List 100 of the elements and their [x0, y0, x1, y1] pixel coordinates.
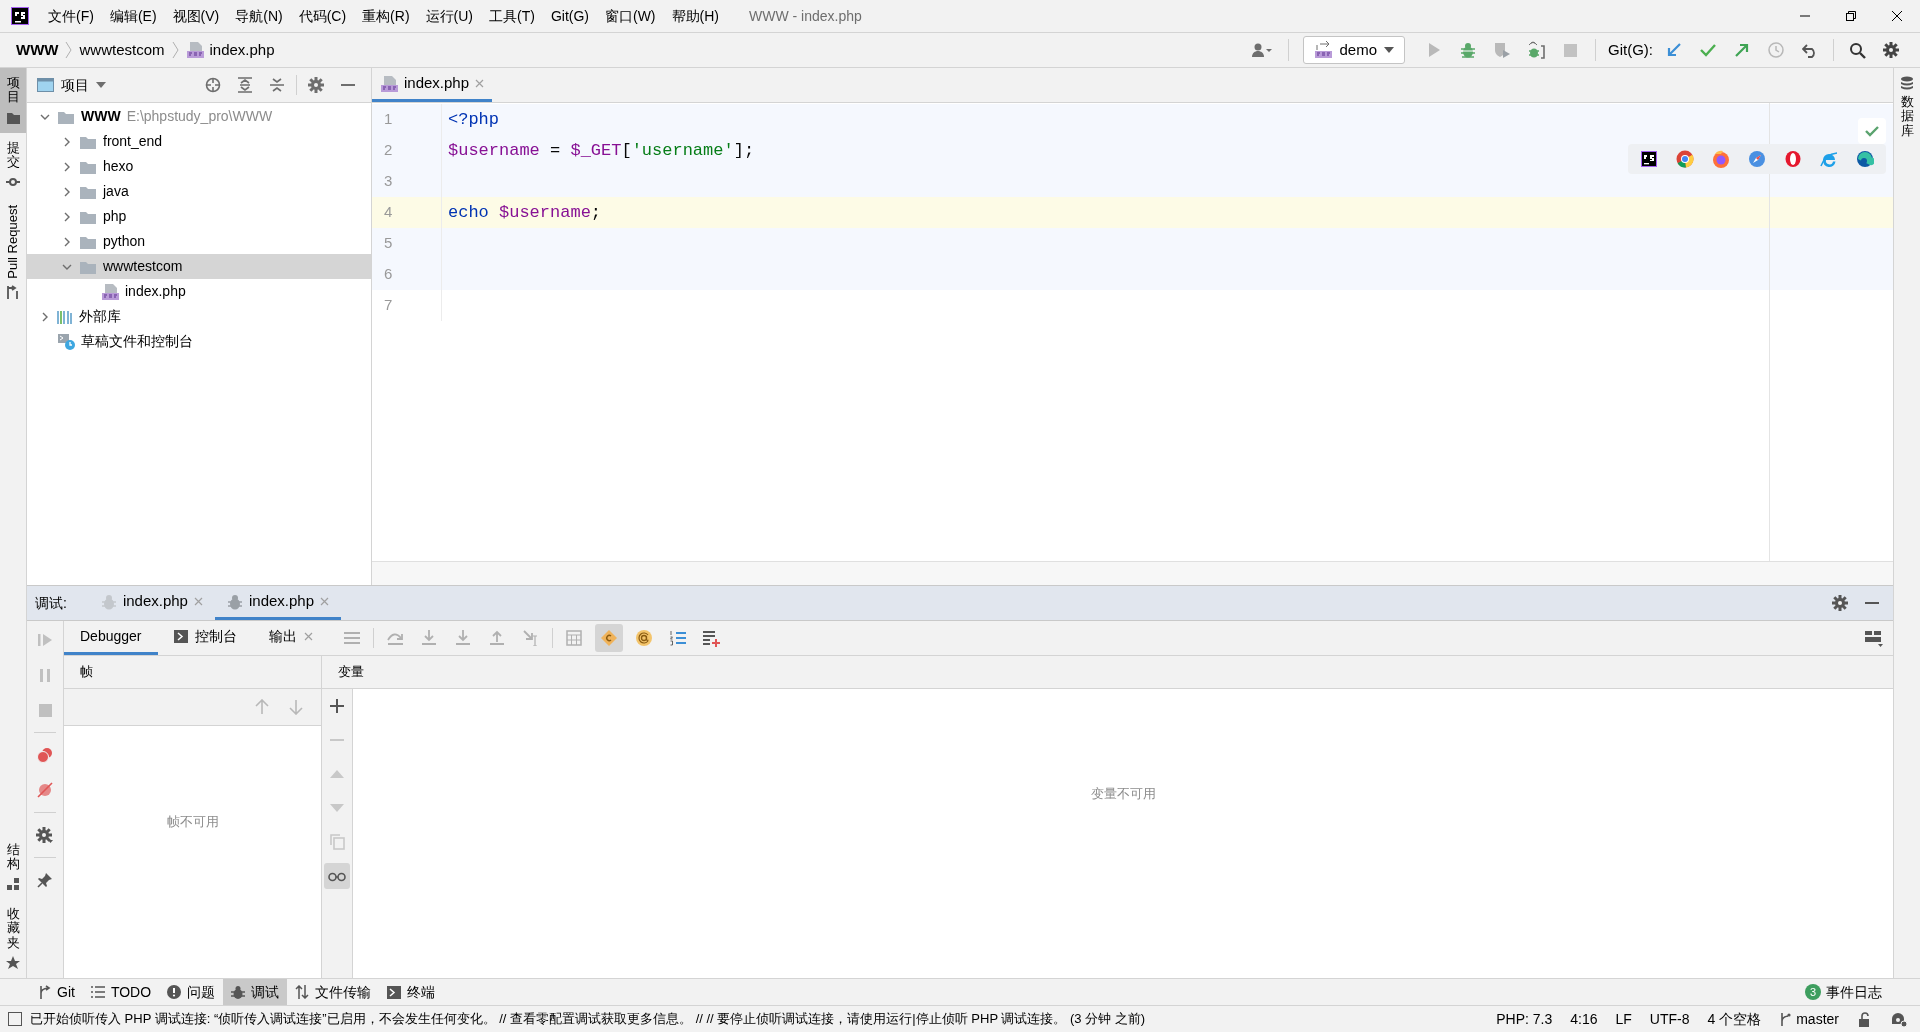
debugger-tab[interactable]: Debugger	[64, 621, 158, 655]
toggle-tool-windows-icon[interactable]	[8, 1012, 22, 1026]
project-view-dropdown[interactable]: 项目	[37, 74, 106, 96]
chrome-icon	[1676, 150, 1694, 168]
app-logo-icon	[11, 7, 29, 25]
tree-item[interactable]: 外部库	[27, 304, 371, 329]
list-icon	[90, 985, 105, 999]
stop-icon	[1563, 43, 1577, 57]
ide-logo-icon	[1641, 151, 1657, 167]
close-icon[interactable]	[193, 597, 203, 606]
arrow-up-right-icon	[1734, 42, 1750, 58]
status-item[interactable]: 4:16	[1565, 1008, 1603, 1030]
menu-item[interactable]: 文件(F)	[40, 2, 102, 30]
triangle-up-icon	[330, 770, 344, 778]
menu-item[interactable]: 导航(N)	[227, 2, 291, 30]
check-icon	[1700, 42, 1716, 58]
structure-icon	[6, 877, 20, 892]
run-configuration-dropdown[interactable]: demo	[1303, 36, 1405, 64]
tool-window-button[interactable]: TODO	[82, 979, 160, 1005]
separator-chevron-icon	[170, 41, 180, 59]
breadcrumb[interactable]: wwwtestcom	[79, 38, 165, 62]
transfer-icon	[295, 985, 310, 999]
run-icon	[1427, 42, 1441, 58]
run-to-cursor-icon	[522, 630, 539, 646]
database-icon	[1900, 76, 1914, 91]
settings-icon	[36, 826, 54, 844]
debug-session-tab[interactable]: index.php	[88, 586, 215, 620]
tool-window-tab[interactable]: Pull Request	[0, 197, 26, 308]
minus-icon	[330, 739, 344, 741]
check-icon	[1865, 125, 1879, 137]
opera-icon	[1784, 150, 1802, 168]
tree-item[interactable]: 草稿文件和控制台	[27, 329, 371, 354]
star-icon	[6, 956, 20, 970]
tree-item[interactable]: front_end	[27, 129, 371, 154]
breadcrumb[interactable]: index.php	[209, 38, 275, 62]
tool-window-button[interactable]: 调试	[223, 979, 288, 1005]
close-icon[interactable]	[303, 632, 313, 641]
code-line: $username = $_GET['username'];	[448, 139, 755, 162]
menu-item[interactable]: 运行(U)	[417, 2, 481, 30]
menu-item[interactable]: Git(G)	[542, 2, 597, 30]
debugger-tab[interactable]: 控制台	[157, 621, 253, 655]
muted-breakpoint-icon	[37, 782, 53, 798]
undo-icon	[1802, 42, 1818, 58]
tree-item[interactable]: java	[27, 179, 371, 204]
breakpoints-icon	[37, 747, 53, 763]
restore-icon	[1846, 11, 1856, 21]
debugger-tab[interactable]: 输出	[252, 621, 329, 655]
empty-message: 变量不可用	[1090, 784, 1156, 803]
tool-window-button[interactable]: Git	[30, 979, 83, 1005]
tree-item[interactable]: hexo	[27, 154, 371, 179]
copy-icon	[329, 834, 345, 850]
close-icon	[1892, 11, 1902, 21]
show-class-button[interactable]	[594, 624, 623, 652]
console-icon	[173, 630, 188, 643]
tree-item[interactable]: index.php	[27, 279, 371, 304]
tree-item[interactable]: WWW E:\phpstudy_pro\WWW	[27, 104, 371, 129]
close-icon[interactable]	[320, 597, 329, 606]
menu-item[interactable]: 工具(T)	[481, 2, 543, 30]
menu-item[interactable]: 代码(C)	[290, 2, 355, 30]
tree-item[interactable]: python	[27, 229, 371, 254]
step-into-icon	[420, 630, 437, 646]
menu-item[interactable]: 视图(V)	[164, 2, 228, 30]
panel-title: 调试:	[35, 593, 67, 613]
pin-icon	[37, 872, 53, 888]
watches-toggle-button[interactable]	[324, 863, 350, 889]
status-item[interactable]: 4 个空格	[1702, 1008, 1767, 1030]
tree-item[interactable]: wwwtestcom	[27, 254, 371, 279]
tool-window-tab[interactable]: 提交	[0, 132, 26, 198]
tool-window-button[interactable]: 终端	[379, 979, 444, 1005]
arrow-up-icon	[255, 699, 269, 715]
ie-icon	[1820, 150, 1838, 168]
tool-window-tab[interactable]: 数据库	[1900, 68, 1914, 146]
horizontal-scrollbar[interactable]	[372, 561, 1893, 585]
shield-run-icon	[1493, 41, 1511, 59]
event-log-button[interactable]: 3 事件日志	[1795, 979, 1892, 1005]
tool-window-tab[interactable]: 收藏夹	[0, 899, 26, 978]
tool-window-button[interactable]: 问题	[159, 979, 224, 1005]
status-item[interactable]: LF	[1610, 1008, 1637, 1030]
tool-window-button[interactable]: 文件传输	[287, 979, 380, 1005]
tool-window-tab[interactable]: 项目	[0, 68, 26, 133]
status-item[interactable]: UTF-8	[1644, 1008, 1695, 1030]
debug-session-tab[interactable]: index.php	[214, 586, 341, 620]
separator-chevron-icon	[64, 41, 74, 59]
menu-item[interactable]: 帮助(H)	[663, 2, 727, 30]
menu-item[interactable]: 窗口(W)	[597, 2, 664, 30]
branch-button[interactable]: master	[1774, 1008, 1844, 1030]
tool-window-tab[interactable]: 结构	[0, 834, 26, 900]
unlock-icon	[1858, 1011, 1872, 1027]
layout-icon	[1865, 629, 1883, 647]
breadcrumb[interactable]: WWW	[16, 38, 59, 62]
numbered-list-icon	[669, 630, 686, 646]
empty-message: 帧不可用	[166, 813, 219, 832]
status-item[interactable]: PHP: 7.3	[1491, 1008, 1558, 1030]
calculator-icon	[565, 630, 582, 646]
menu-item[interactable]: 重构(R)	[354, 2, 418, 30]
pull-request-icon	[6, 284, 20, 300]
clock-icon	[1768, 42, 1784, 58]
close-icon[interactable]	[475, 79, 485, 88]
tree-item[interactable]: php	[27, 204, 371, 229]
menu-item[interactable]: 编辑(E)	[101, 2, 165, 30]
